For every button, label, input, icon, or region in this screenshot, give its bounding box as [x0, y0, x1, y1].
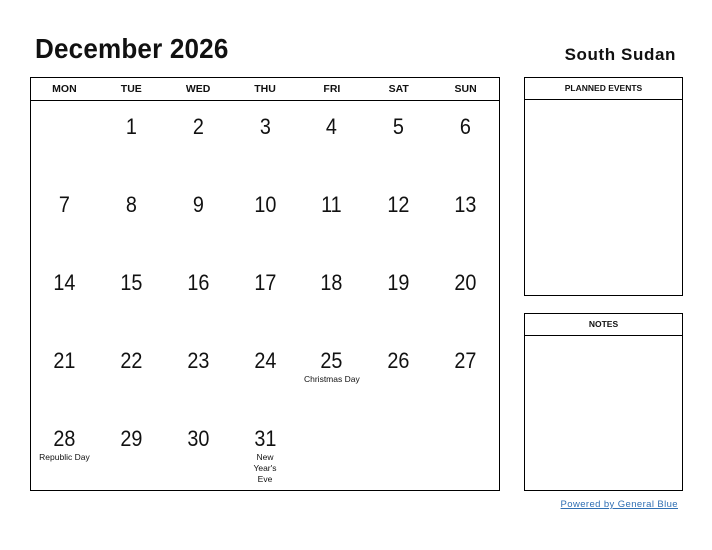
day-cell-3[interactable]: 3 — [232, 101, 299, 179]
weekday-sun: SUN — [454, 83, 477, 95]
day-cell-23[interactable]: 23 — [165, 335, 232, 413]
day-cell-4[interactable]: 4 — [298, 101, 365, 179]
day-number: 12 — [387, 192, 410, 217]
day-cell-21[interactable]: 21 — [31, 335, 98, 413]
day-cell-22[interactable]: 22 — [98, 335, 165, 413]
day-cell-7[interactable]: 7 — [31, 179, 98, 257]
day-cell-1[interactable]: 1 — [98, 101, 165, 179]
day-cell-29[interactable]: 29 — [98, 413, 165, 491]
day-cell-18[interactable]: 18 — [298, 257, 365, 335]
day-number: 27 — [454, 348, 477, 373]
empty-day-cell — [365, 413, 432, 491]
day-cell-16[interactable]: 16 — [165, 257, 232, 335]
day-number: 6 — [460, 114, 472, 139]
day-number: 26 — [387, 348, 410, 373]
day-cell-5[interactable]: 5 — [365, 101, 432, 179]
day-number: 23 — [187, 348, 210, 373]
day-cell-11[interactable]: 11 — [298, 179, 365, 257]
weekday-sat: SAT — [388, 83, 409, 95]
planned-events-panel: PLANNED EVENTS — [524, 77, 683, 296]
day-number: 9 — [192, 192, 204, 217]
day-cell-8[interactable]: 8 — [98, 179, 165, 257]
holiday-label: Republic Day — [39, 452, 90, 462]
day-cell-26[interactable]: 26 — [365, 335, 432, 413]
day-cell-17[interactable]: 17 — [232, 257, 299, 335]
day-cell-24[interactable]: 24 — [232, 335, 299, 413]
day-cell-12[interactable]: 12 — [365, 179, 432, 257]
holiday-label: Christmas Day — [303, 374, 360, 384]
weekday-fri: FRI — [323, 83, 341, 95]
day-number: 1 — [125, 114, 137, 139]
day-number: 14 — [53, 270, 76, 295]
day-number: 30 — [187, 426, 210, 451]
empty-day-cell — [31, 101, 98, 179]
day-number: 24 — [253, 348, 277, 373]
day-number: 11 — [321, 192, 343, 217]
day-number: 25 — [320, 348, 343, 373]
day-number: 17 — [253, 270, 277, 295]
day-number: 8 — [125, 192, 137, 217]
day-number: 15 — [120, 270, 143, 295]
day-number: 19 — [387, 270, 410, 295]
day-cell-14[interactable]: 14 — [31, 257, 98, 335]
day-cell-19[interactable]: 19 — [365, 257, 432, 335]
calendar-grid: MON TUE WED THU FRI SAT SUN 1 2 3 4 5 6 7 8 9 10 1… — [30, 77, 500, 491]
day-cell-27[interactable]: 27 — [432, 335, 499, 413]
day-number: 10 — [253, 192, 277, 217]
day-number: 18 — [320, 270, 343, 295]
weekday-wed: WED — [185, 83, 211, 95]
powered-by-link[interactable]: Powered by General Blue — [561, 499, 678, 510]
day-cell-13[interactable]: 13 — [432, 179, 499, 257]
day-number: 20 — [454, 270, 477, 295]
weekday-mon: MON — [52, 83, 77, 95]
day-cell-31[interactable]: 31 New Year's Eve — [232, 413, 299, 491]
day-number: 22 — [120, 348, 143, 373]
holiday-label: New Year's Eve — [253, 452, 277, 484]
day-number: 7 — [58, 192, 70, 217]
day-number: 29 — [120, 426, 143, 451]
day-number: 13 — [454, 192, 477, 217]
weekday-tue: TUE — [120, 83, 142, 95]
weekday-thu: THU — [254, 83, 276, 95]
day-cell-30[interactable]: 30 — [165, 413, 232, 491]
empty-day-cell — [432, 413, 499, 491]
country-name: South Sudan — [564, 45, 676, 64]
day-number: 21 — [53, 348, 76, 373]
day-number: 2 — [192, 114, 204, 139]
day-cell-6[interactable]: 6 — [432, 101, 499, 179]
notes-heading: NOTES — [525, 314, 682, 336]
weekday-header: MON TUE WED THU FRI SAT SUN — [31, 78, 499, 101]
notes-panel: NOTES — [524, 313, 683, 491]
day-cell-28[interactable]: 28 Republic Day — [31, 413, 98, 491]
day-number: 3 — [259, 114, 271, 139]
day-number: 4 — [326, 114, 338, 139]
day-cell-9[interactable]: 9 — [165, 179, 232, 257]
day-number: 28 — [53, 426, 76, 451]
day-number: 16 — [187, 270, 210, 295]
day-cell-10[interactable]: 10 — [232, 179, 299, 257]
day-number: 31 — [253, 426, 277, 451]
day-cell-15[interactable]: 15 — [98, 257, 165, 335]
calendar-days: 1 2 3 4 5 6 7 8 9 10 11 12 13 14 15 16 17 18 19 20 21 22 23 24 2… — [31, 101, 499, 491]
day-number: 5 — [393, 114, 405, 139]
day-cell-20[interactable]: 20 — [432, 257, 499, 335]
day-cell-25[interactable]: 25 Christmas Day — [298, 335, 365, 413]
day-cell-2[interactable]: 2 — [165, 101, 232, 179]
page-title: December 2026 — [35, 33, 229, 64]
planned-events-heading: PLANNED EVENTS — [525, 78, 682, 100]
empty-day-cell — [298, 413, 365, 491]
